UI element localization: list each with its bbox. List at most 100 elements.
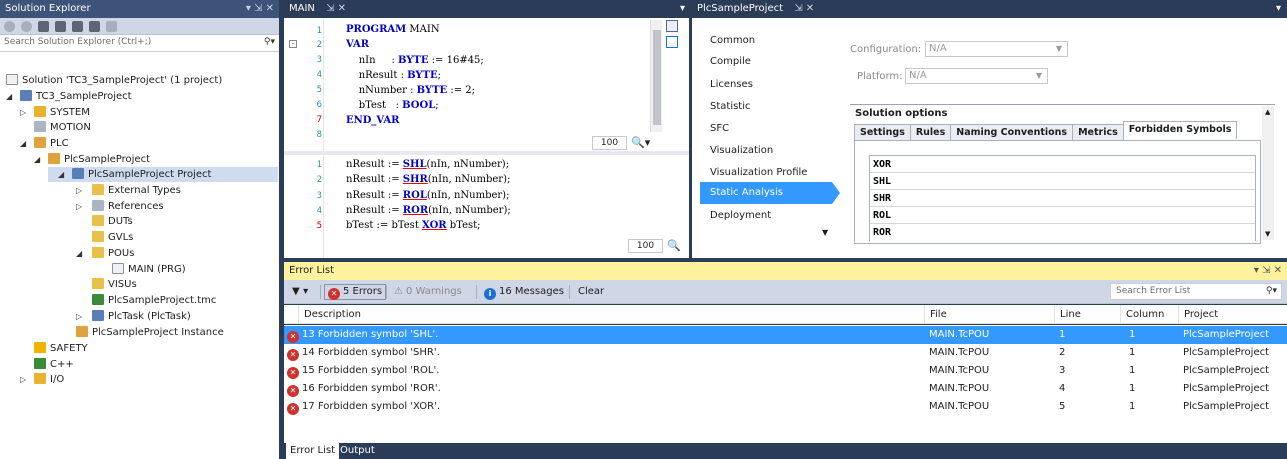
- tree-item-tmc[interactable]: PlcSampleProject.tmc: [92, 293, 216, 308]
- list-view-icon[interactable]: [666, 20, 678, 32]
- forbidden-symbol-item[interactable]: SHL: [870, 173, 1255, 190]
- tree-item-visus[interactable]: VISUs: [92, 277, 137, 292]
- table-row[interactable]: ✕ 14 Forbidden symbol 'SHR'. MAIN.TcPOU 2…: [284, 344, 1287, 362]
- editor-tab-buttons[interactable]: ⇲ ✕: [326, 3, 346, 14]
- tree-item-references[interactable]: ▷ References: [76, 199, 164, 214]
- tree-item-plc-sample-project[interactable]: ◢ PlcSampleProject: [34, 152, 150, 167]
- back-icon[interactable]: [4, 21, 15, 32]
- error-list-search[interactable]: Search Error List ⚲▾: [1110, 283, 1282, 300]
- tree-item-duts[interactable]: DUTs: [92, 214, 133, 229]
- expand-icon[interactable]: ▷: [20, 372, 26, 387]
- nav-statistic[interactable]: Statistic: [710, 96, 832, 118]
- column-project[interactable]: Project: [1178, 305, 1287, 324]
- nav-deployment[interactable]: Deployment: [710, 205, 832, 227]
- expand-icon[interactable]: ▷: [76, 309, 82, 324]
- table-row[interactable]: ✕ 17 Forbidden symbol 'XOR'. MAIN.TcPOU 5…: [284, 398, 1287, 416]
- forbidden-symbol-item[interactable]: SHR: [870, 190, 1255, 207]
- nav-licenses[interactable]: Licenses: [710, 74, 832, 96]
- sync-icon[interactable]: [55, 21, 66, 32]
- nav-common[interactable]: Common: [710, 30, 832, 52]
- platform-select[interactable]: N/A ▼: [905, 68, 1048, 84]
- line-number: 6: [316, 100, 322, 110]
- nav-sfc[interactable]: SFC: [710, 118, 832, 140]
- tree-item-pous[interactable]: ◢ POUs: [76, 246, 134, 261]
- column-column[interactable]: Column: [1120, 305, 1178, 324]
- editor-tab-dropdown-icon[interactable]: ▾: [680, 0, 685, 18]
- tab-rules[interactable]: Rules: [909, 124, 952, 140]
- collapse-icon[interactable]: ◢: [58, 167, 64, 182]
- tree-item-external-types[interactable]: ▷ External Types: [76, 183, 181, 198]
- solution-explorer-search[interactable]: Search Solution Explorer (Ctrl+;) ⚲▾: [0, 35, 279, 52]
- tree-item-system[interactable]: ▷ SYSTEM: [20, 105, 90, 120]
- search-icon[interactable]: ⚲▾: [1266, 284, 1277, 299]
- implementation-pane[interactable]: 1 2 3 4 5 nResult := SHL(nIn, nNumber); …: [284, 155, 689, 258]
- tab-settings[interactable]: Settings: [854, 124, 911, 140]
- collapse-icon[interactable]: ◢: [34, 152, 40, 167]
- table-row[interactable]: ✕ 15 Forbidden symbol 'ROL'. MAIN.TcPOU 3…: [284, 362, 1287, 380]
- tree-item-cpp[interactable]: C++: [34, 357, 74, 372]
- zoom-icon[interactable]: 🔍: [667, 239, 681, 252]
- collapse-icon[interactable]: ◢: [76, 246, 82, 261]
- tree-item-motion[interactable]: MOTION: [34, 120, 91, 135]
- column-line[interactable]: Line: [1054, 305, 1120, 324]
- tree-item-io[interactable]: ▷ I/O: [20, 372, 64, 387]
- tree-item-safety[interactable]: SAFETY: [34, 341, 88, 356]
- properties-tab[interactable]: PlcSampleProject ⇲ ✕ ▾: [692, 0, 1287, 18]
- solution-explorer-window-buttons[interactable]: ▾ ⇲ ✕: [246, 0, 274, 18]
- forbidden-symbols-list[interactable]: XOR SHL SHR ROL ROR: [869, 155, 1256, 241]
- column-file[interactable]: File: [924, 305, 1054, 324]
- declaration-scrollbar[interactable]: [650, 20, 662, 132]
- preview-icon[interactable]: [106, 21, 117, 32]
- errors-filter-button[interactable]: ✕ 5 Errors: [324, 284, 387, 300]
- expand-icon[interactable]: ▷: [20, 105, 26, 120]
- properties-tab-buttons[interactable]: ⇲ ✕: [794, 3, 814, 14]
- expand-icon[interactable]: ▷: [76, 183, 82, 198]
- editor-tab[interactable]: MAIN ⇲ ✕ ▾: [284, 0, 689, 18]
- tab-output[interactable]: Output: [336, 443, 379, 459]
- tree-item-main-prg[interactable]: MAIN (PRG): [112, 262, 186, 277]
- search-icon[interactable]: ⚲▾: [264, 37, 275, 47]
- tab-forbidden-symbols[interactable]: Forbidden Symbols: [1122, 121, 1238, 139]
- nav-static-analysis[interactable]: Static Analysis: [700, 182, 832, 204]
- tree-item-plc-task[interactable]: ▷ PlcTask (PlcTask): [76, 309, 191, 324]
- filter-icon[interactable]: ▼ ▾: [292, 285, 308, 299]
- home-icon[interactable]: [38, 21, 49, 32]
- nav-scroll-down-icon[interactable]: ▼: [822, 228, 828, 237]
- error-list-window-buttons[interactable]: ▾ ⇲ ✕: [1254, 262, 1282, 280]
- forbidden-symbol-item[interactable]: XOR: [870, 156, 1255, 173]
- clear-button[interactable]: Clear: [578, 285, 604, 299]
- declaration-pane[interactable]: - 1 2 3 4 5 6 7 8 PROGRAM MAIN VAR nIn :…: [284, 18, 689, 151]
- table-row[interactable]: ✕ 16 Forbidden symbol 'ROR'. MAIN.TcPOU 4…: [284, 380, 1287, 398]
- messages-filter-button[interactable]: i 16 Messages: [484, 285, 564, 300]
- forbidden-symbol-item[interactable]: ROR: [870, 224, 1255, 241]
- tree-item-instance[interactable]: PlcSampleProject Instance: [76, 325, 224, 340]
- tree-item-gvls[interactable]: GVLs: [92, 230, 133, 245]
- properties-icon[interactable]: [89, 21, 100, 32]
- warnings-filter-button[interactable]: ⚠ 0 Warnings: [394, 285, 462, 299]
- forward-icon[interactable]: [21, 21, 32, 32]
- tab-error-list[interactable]: Error List: [286, 443, 340, 459]
- zoom-icon[interactable]: 🔍▾: [631, 136, 650, 149]
- configuration-select[interactable]: N/A ▼: [925, 41, 1068, 57]
- nav-visualization-profile[interactable]: Visualization Profile: [710, 162, 832, 184]
- column-description[interactable]: Description: [298, 305, 924, 324]
- forbidden-symbol-item[interactable]: ROL: [870, 207, 1255, 224]
- properties-tab-dropdown-icon[interactable]: ▾: [1276, 0, 1281, 18]
- collapse-all-icon[interactable]: [72, 21, 83, 32]
- table-row[interactable]: ✕ 13 Forbidden symbol 'SHL'. MAIN.TcPOU 1…: [284, 326, 1287, 344]
- tab-metrics[interactable]: Metrics: [1072, 124, 1124, 140]
- table-view-icon[interactable]: [666, 36, 678, 48]
- collapse-icon[interactable]: ◢: [6, 89, 12, 104]
- nav-compile[interactable]: Compile: [710, 51, 832, 73]
- tree-item-solution[interactable]: Solution 'TC3_SampleProject' (1 project): [6, 73, 222, 88]
- zoom-box[interactable]: 100: [592, 136, 627, 150]
- tree-item-project[interactable]: ◢ TC3_SampleProject: [6, 89, 132, 104]
- collapse-icon[interactable]: ◢: [20, 136, 26, 151]
- tree-item-plc-project-file[interactable]: ◢ PlcSampleProject Project: [48, 167, 278, 182]
- expand-icon[interactable]: ▷: [76, 199, 82, 214]
- tab-naming-conventions[interactable]: Naming Conventions: [950, 124, 1074, 140]
- nav-visualization[interactable]: Visualization: [710, 140, 832, 162]
- symbols-scrollbar[interactable]: ▲ ▼: [1262, 106, 1274, 240]
- tree-item-plc[interactable]: ◢ PLC: [20, 136, 69, 151]
- zoom-box[interactable]: 100: [628, 239, 663, 253]
